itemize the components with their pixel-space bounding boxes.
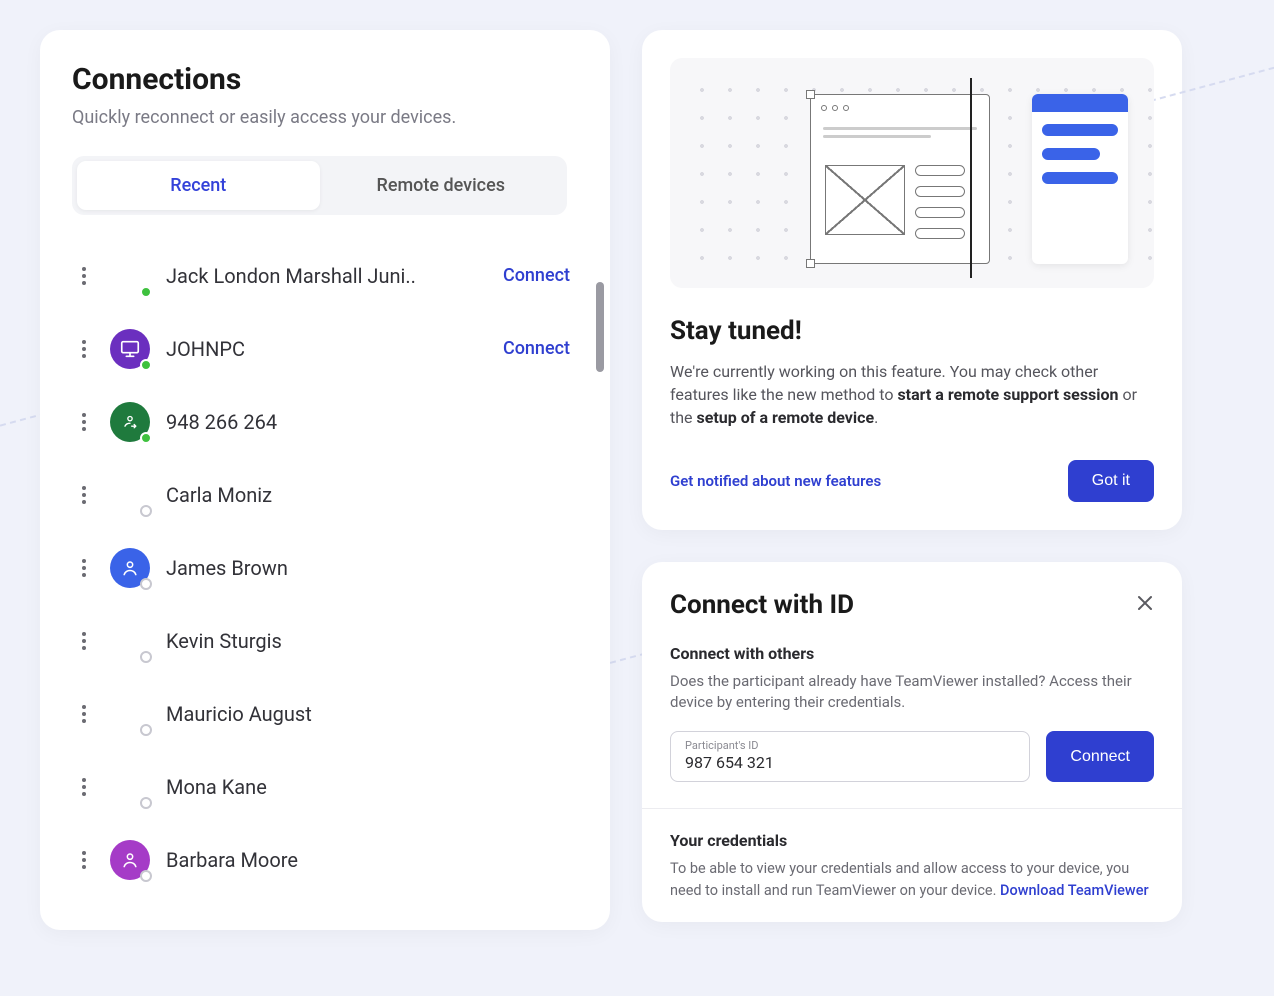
status-indicator: [140, 651, 152, 663]
more-icon[interactable]: [72, 410, 96, 434]
contact-name: Kevin Sturgis: [166, 629, 576, 653]
notify-link[interactable]: Get notified about new features: [670, 472, 881, 490]
contact-name: Carla Moniz: [166, 483, 576, 507]
contact-name: Jack London Marshall Juni..: [166, 264, 503, 288]
avatar: [110, 402, 150, 442]
contact-name: James Brown: [166, 556, 576, 580]
connect-button[interactable]: Connect: [1046, 731, 1154, 782]
more-icon[interactable]: [72, 848, 96, 872]
more-icon[interactable]: [72, 775, 96, 799]
avatar: [110, 621, 150, 661]
list-item[interactable]: Jack London Marshall Juni..Connect: [72, 239, 576, 312]
more-icon[interactable]: [72, 264, 96, 288]
more-icon[interactable]: [72, 337, 96, 361]
connections-tabs: Recent Remote devices: [72, 156, 567, 215]
status-indicator: [140, 505, 152, 517]
contact-name: 948 266 264: [166, 410, 576, 434]
connect-id-title: Connect with ID: [670, 590, 1154, 620]
participant-id-label: Participant's ID: [685, 739, 1015, 752]
status-indicator: [140, 870, 152, 882]
avatar: [110, 329, 150, 369]
tab-recent[interactable]: Recent: [77, 161, 320, 210]
mock-preview-graphic: [1032, 94, 1128, 264]
list-item[interactable]: Barbara Moore: [72, 823, 576, 896]
status-indicator: [140, 359, 152, 371]
list-item[interactable]: 948 266 264: [72, 385, 576, 458]
divider: [642, 808, 1182, 809]
contact-name: JOHNPC: [166, 337, 503, 361]
avatar: [110, 475, 150, 515]
more-icon[interactable]: [72, 483, 96, 507]
contact-name: Mona Kane: [166, 775, 576, 799]
close-icon[interactable]: [1136, 594, 1154, 616]
download-teamviewer-link[interactable]: Download TeamViewer: [1000, 882, 1149, 899]
list-item[interactable]: Mauricio August: [72, 677, 576, 750]
list-item[interactable]: JOHNPCConnect: [72, 312, 576, 385]
stay-tuned-card: Stay tuned! We're currently working on t…: [642, 30, 1182, 530]
participant-id-value: 987 654 321: [685, 753, 1015, 772]
wireframe-graphic: [810, 94, 990, 264]
contact-name: Barbara Moore: [166, 848, 576, 872]
connections-panel: Connections Quickly reconnect or easily …: [40, 30, 610, 930]
more-icon[interactable]: [72, 702, 96, 726]
connections-list[interactable]: Jack London Marshall Juni..ConnectJOHNPC…: [72, 239, 588, 930]
list-item[interactable]: James Brown: [72, 531, 576, 604]
promo-illustration: [670, 58, 1154, 288]
more-icon[interactable]: [72, 629, 96, 653]
promo-body: We're currently working on this feature.…: [670, 360, 1154, 430]
avatar: [110, 767, 150, 807]
list-item[interactable]: Kevin Sturgis: [72, 604, 576, 677]
contact-name: Mauricio August: [166, 702, 576, 726]
got-it-button[interactable]: Got it: [1068, 460, 1154, 502]
promo-title: Stay tuned!: [670, 316, 1154, 346]
your-credentials-text: To be able to view your credentials and …: [670, 858, 1154, 902]
avatar: [110, 256, 150, 296]
connections-subtitle: Quickly reconnect or easily access your …: [72, 107, 588, 128]
scrollbar-thumb[interactable]: [596, 282, 604, 372]
connect-link[interactable]: Connect: [503, 338, 570, 359]
status-indicator: [140, 432, 152, 444]
status-indicator: [140, 797, 152, 809]
status-indicator: [140, 724, 152, 736]
more-icon[interactable]: [72, 556, 96, 580]
list-item[interactable]: Carla Moniz: [72, 458, 576, 531]
connections-title: Connections: [72, 62, 588, 97]
connect-others-text: Does the participant already have TeamVi…: [670, 671, 1154, 713]
list-item[interactable]: Mona Kane: [72, 750, 576, 823]
status-indicator: [140, 578, 152, 590]
avatar: [110, 694, 150, 734]
status-indicator: [140, 286, 152, 298]
tab-remote-devices[interactable]: Remote devices: [320, 161, 563, 210]
avatar: [110, 840, 150, 880]
participant-id-input[interactable]: Participant's ID 987 654 321: [670, 731, 1030, 782]
connect-link[interactable]: Connect: [503, 265, 570, 286]
connect-with-id-card: Connect with ID Connect with others Does…: [642, 562, 1182, 922]
avatar: [110, 548, 150, 588]
your-credentials-heading: Your credentials: [670, 831, 1154, 850]
connect-others-heading: Connect with others: [670, 644, 1154, 663]
